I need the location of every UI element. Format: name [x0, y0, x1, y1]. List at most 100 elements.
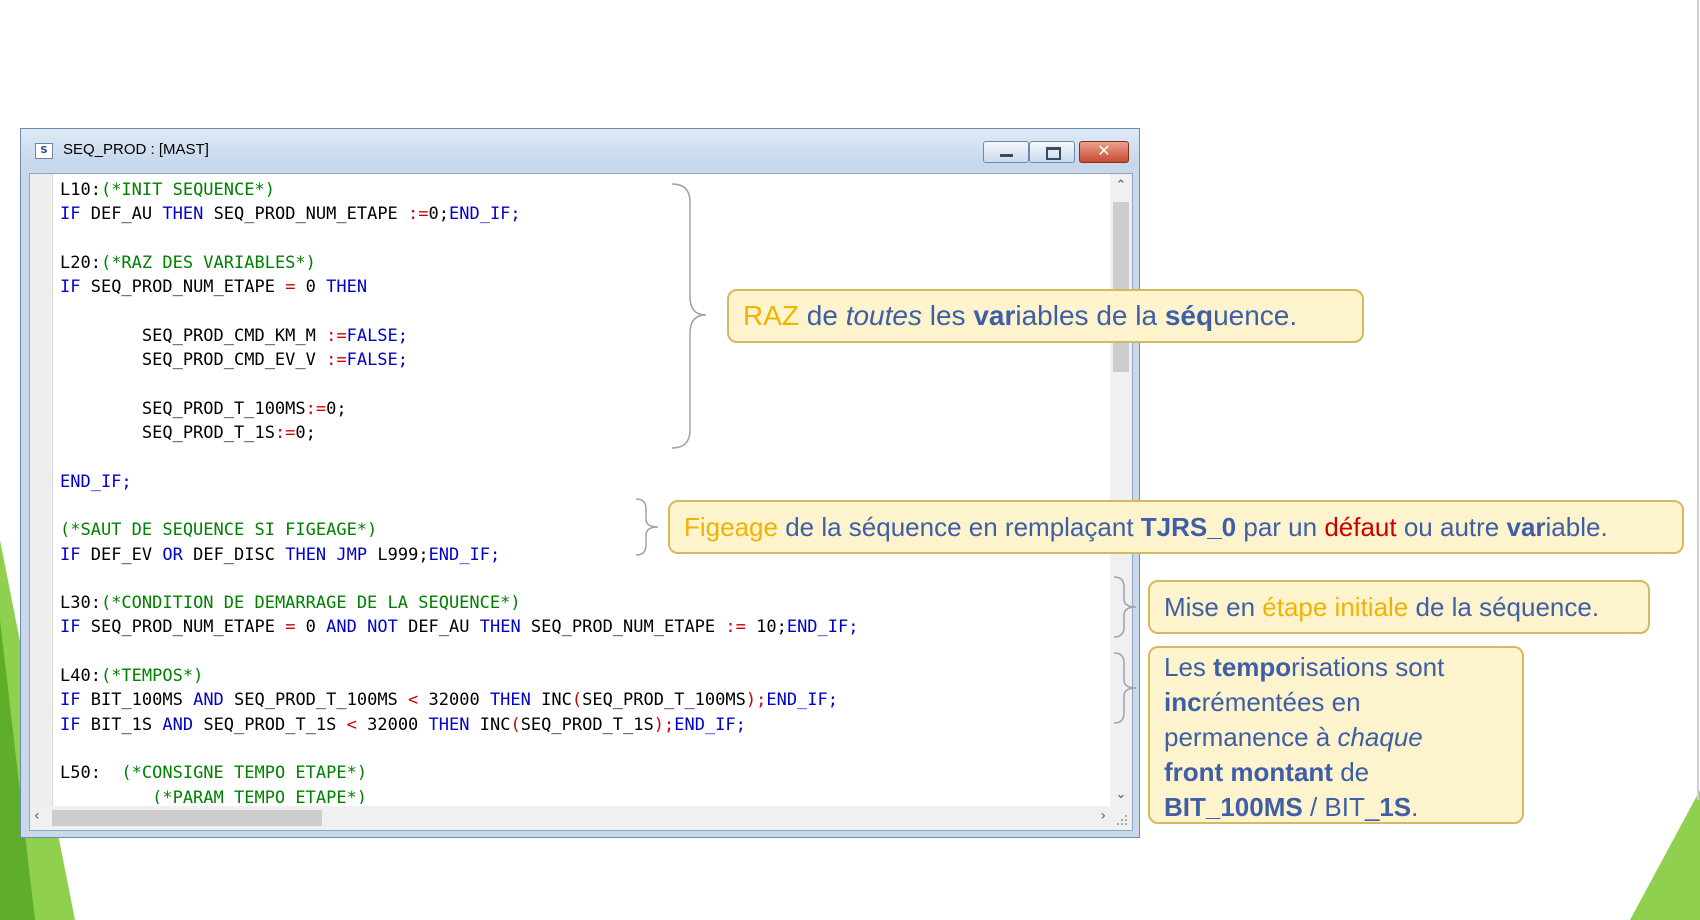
- horizontal-scroll-thumb[interactable]: [52, 810, 322, 826]
- code-token: OR: [162, 544, 183, 565]
- code-token: );: [745, 690, 767, 711]
- code-token: SEQ_PROD_T_100MS: [582, 690, 746, 711]
- code-line[interactable]: L20:(*RAZ DES VARIABLES*): [60, 251, 316, 275]
- vertical-scroll-thumb[interactable]: [1113, 202, 1129, 372]
- callout-tempo-part: chaque: [1337, 722, 1423, 752]
- code-token: DEF_DISC: [182, 544, 286, 565]
- maximize-button[interactable]: [1029, 141, 1075, 163]
- code-line[interactable]: SEQ_PROD_CMD_KM_M :=FALSE;: [60, 324, 408, 348]
- resize-grip-icon[interactable]: [1110, 806, 1132, 830]
- code-area[interactable]: L10:(*INIT SEQUENCE*) IF DEF_AU THEN SEQ_…: [60, 174, 1120, 804]
- code-line[interactable]: SEQ_PROD_T_1S:=0;: [60, 421, 316, 445]
- code-token: 32000: [356, 714, 429, 735]
- code-line[interactable]: L10:(*INIT SEQUENCE*): [60, 178, 275, 202]
- callout-tempo: Les temporisations sont incrémentées en pe…: [1148, 646, 1524, 824]
- code-line[interactable]: SEQ_PROD_T_100MS:=0;: [60, 397, 347, 421]
- code-line[interactable]: IF DEF_AU THEN SEQ_PROD_NUM_ETAPE :=0;EN…: [60, 202, 521, 226]
- code-token: AND: [162, 714, 194, 735]
- code-token: L40:: [60, 666, 101, 686]
- code-token: THEN: [326, 277, 368, 298]
- callout-tempo-part: .: [1411, 792, 1419, 822]
- code-token: END_IF;: [766, 690, 838, 711]
- callout-figeage-part: iable.: [1545, 512, 1608, 542]
- code-token: <: [346, 714, 357, 735]
- callout-tempo-part: BIT_100MS: [1164, 792, 1303, 822]
- code-line[interactable]: L30:(*CONDITION DE DEMARRAGE DE LA SEQUE…: [60, 591, 521, 615]
- code-token: AND: [326, 617, 357, 638]
- code-token: THEN: [428, 714, 470, 735]
- code-line[interactable]: L40:(*TEMPOS*): [60, 664, 203, 688]
- callout-figeage-part: Figeage: [684, 512, 778, 542]
- minimize-button[interactable]: [983, 141, 1029, 163]
- code-token: SEQ_PROD_NUM_ETAPE: [520, 617, 726, 638]
- code-token: (*CONSIGNE TEMPO ETAPE*): [100, 763, 368, 784]
- code-token: 0;: [295, 423, 316, 443]
- code-token: SEQ_PROD_NUM_ETAPE: [80, 277, 286, 298]
- scroll-left-icon[interactable]: ‹: [34, 808, 40, 824]
- close-button[interactable]: ✕: [1079, 141, 1129, 163]
- scroll-right-icon[interactable]: ›: [1100, 808, 1106, 824]
- code-line[interactable]: (*PARAM TEMPO ETAPE*): [60, 786, 367, 805]
- callout-tempo-line: permanence à chaque: [1164, 720, 1508, 755]
- code-token: BIT_100MS: [80, 690, 194, 711]
- callout-figeage: Figeage de la séquence en remplaçant TJR…: [668, 500, 1684, 554]
- line-gutter: [30, 174, 53, 806]
- callout-tempo-part: tempo: [1213, 652, 1292, 682]
- callout-figeage-part: défaut: [1324, 512, 1397, 542]
- code-token: SEQ_PROD_T_1S: [520, 714, 654, 735]
- code-line[interactable]: IF BIT_1S AND SEQ_PROD_T_1S < 32000 THEN…: [60, 713, 746, 737]
- close-icon: ✕: [1097, 141, 1111, 160]
- code-token: (*SAUT DE SEQUENCE SI FIGEAGE*): [60, 520, 378, 541]
- code-token: DEF_AU: [80, 204, 163, 225]
- code-token: END_IF;: [428, 544, 501, 565]
- code-token: SEQ_PROD_NUM_ETAPE: [203, 204, 409, 225]
- code-token: =: [285, 617, 296, 638]
- code-line[interactable]: END_IF;: [60, 470, 132, 494]
- code-line[interactable]: IF SEQ_PROD_NUM_ETAPE = 0 THEN: [60, 275, 367, 299]
- window-title: SEQ_PROD : [MAST]: [63, 141, 209, 158]
- horizontal-scrollbar[interactable]: ‹ ›: [30, 806, 1110, 830]
- code-token: IF: [60, 714, 81, 735]
- code-token: (: [571, 690, 583, 711]
- code-token: END_IF;: [674, 714, 746, 735]
- brace-figeage: [635, 498, 659, 556]
- callout-tempo-part: permanence à: [1164, 722, 1338, 752]
- callout-raz-part: toutes: [845, 300, 922, 331]
- code-token: L50:: [60, 763, 101, 784]
- code-token: (*INIT SEQUENCE*): [100, 180, 275, 200]
- code-token: END_IF;: [449, 204, 521, 225]
- code-line[interactable]: IF DEF_EV OR DEF_DISC THEN JMP L999;END_…: [60, 543, 500, 567]
- code-line[interactable]: (*SAUT DE SEQUENCE SI FIGEAGE*): [60, 518, 377, 542]
- callout-tempo-line: incrémentées en: [1164, 685, 1508, 720]
- code-line[interactable]: IF SEQ_PROD_NUM_ETAPE = 0 AND NOT DEF_AU…: [60, 615, 858, 639]
- scroll-down-icon[interactable]: ⌄: [1110, 787, 1132, 802]
- code-token: :=: [725, 617, 746, 638]
- callout-figeage-part: de la séquence en remplaçant: [777, 512, 1141, 542]
- callout-tempo-line: BIT_100MS / BIT_1S.: [1164, 790, 1508, 825]
- callout-raz-part: iables de la: [1015, 300, 1165, 331]
- callout-tempo-part: risations sont: [1291, 652, 1445, 682]
- brace-raz: [671, 183, 707, 449]
- code-token: THEN: [489, 690, 531, 711]
- code-token: L10:: [60, 180, 101, 200]
- scroll-up-icon[interactable]: ⌃: [1110, 178, 1132, 193]
- code-token: 32000: [418, 690, 490, 711]
- callout-figeage-part: var: [1506, 512, 1546, 542]
- callout-raz: RAZ de toutes les variables de la séquen…: [727, 289, 1364, 343]
- callout-tempo-line: front montant de: [1164, 755, 1508, 790]
- callout-tempo-part: front montant: [1164, 757, 1333, 787]
- code-line[interactable]: SEQ_PROD_CMD_EV_V :=FALSE;: [60, 348, 408, 372]
- code-line[interactable]: L50: (*CONSIGNE TEMPO ETAPE*): [60, 761, 367, 785]
- title-bar[interactable]: S SEQ_PROD : [MAST] ✕: [21, 129, 1139, 167]
- brace-tempo: [1113, 652, 1137, 724]
- code-token: (*CONDITION DE DEMARRAGE DE LA SEQUENCE*…: [100, 593, 521, 614]
- code-token: L999;: [367, 544, 429, 565]
- code-token: IF: [60, 204, 81, 225]
- code-line[interactable]: IF BIT_100MS AND SEQ_PROD_T_100MS < 3200…: [60, 688, 838, 712]
- code-token: (*TEMPOS*): [100, 666, 204, 686]
- code-token: INC: [530, 690, 572, 711]
- code-token: DEF_EV: [80, 544, 163, 565]
- code-token: :=: [326, 325, 347, 346]
- callout-raz-part: var: [973, 300, 1016, 331]
